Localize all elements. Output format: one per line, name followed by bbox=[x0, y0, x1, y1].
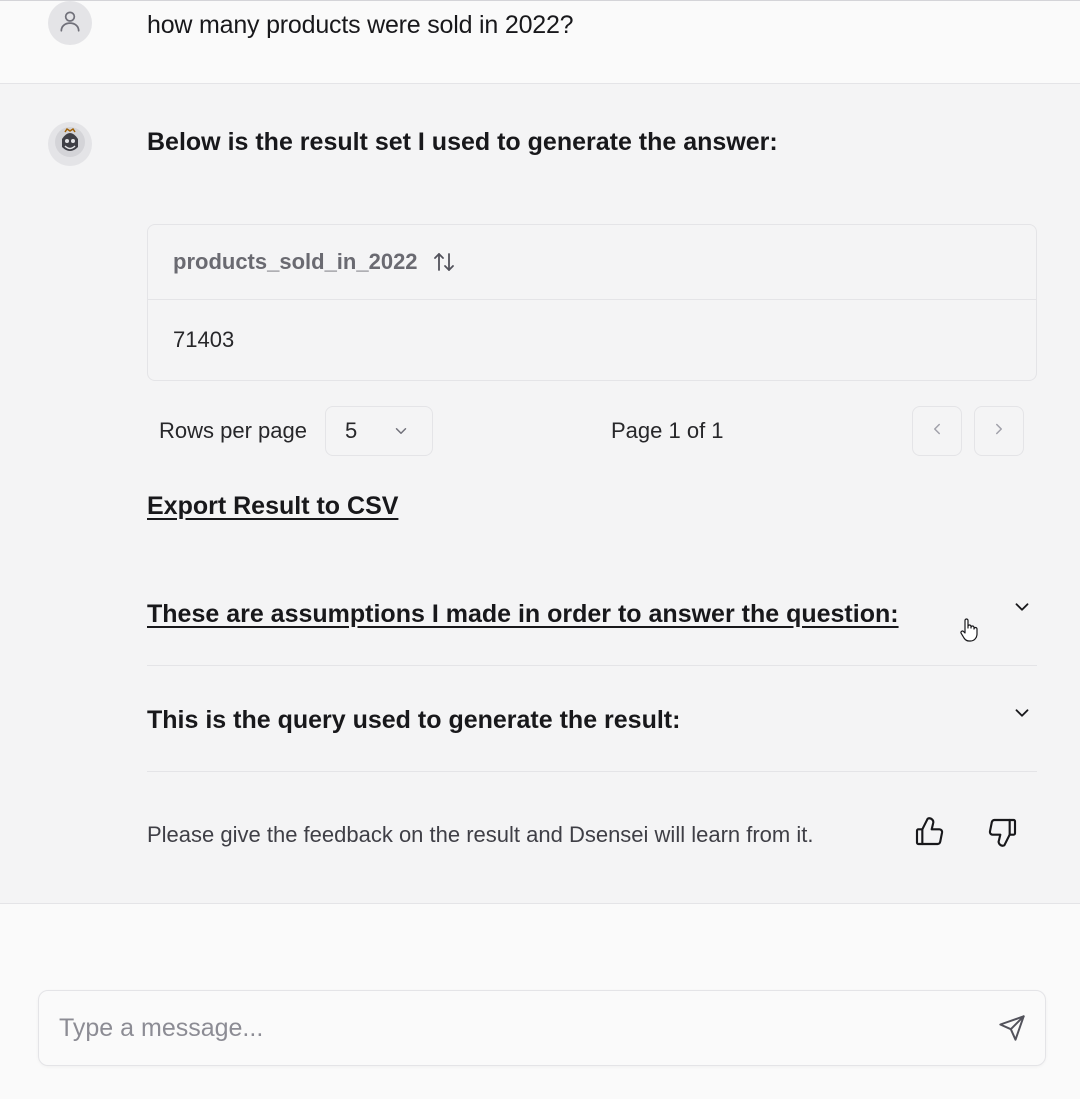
result-table: products_sold_in_2022 71403 bbox=[147, 224, 1037, 381]
pagination: Rows per page 5 Page 1 of 1 bbox=[147, 406, 1037, 456]
send-icon bbox=[998, 1014, 1026, 1047]
bot-avatar bbox=[48, 122, 92, 166]
query-accordion-title[interactable]: This is the query used to generate the r… bbox=[147, 706, 680, 735]
next-page-button[interactable] bbox=[974, 406, 1024, 456]
chevron-left-icon bbox=[928, 420, 946, 443]
user-message: how many products were sold in 2022? bbox=[0, 0, 1080, 84]
chevron-down-icon bbox=[392, 422, 410, 445]
user-message-text: how many products were sold in 2022? bbox=[147, 11, 574, 39]
chevron-down-icon[interactable] bbox=[1011, 596, 1033, 623]
user-avatar bbox=[48, 1, 92, 45]
thumbs-down-button[interactable] bbox=[985, 816, 1021, 852]
thumbs-up-icon bbox=[913, 816, 945, 853]
feedback-text: Please give the feedback on the result a… bbox=[147, 822, 814, 847]
assumptions-accordion[interactable]: These are assumptions I made in order to… bbox=[147, 560, 1037, 666]
previous-page-button[interactable] bbox=[912, 406, 962, 456]
pointer-cursor-icon bbox=[957, 617, 981, 648]
page-indicator: Page 1 of 1 bbox=[611, 418, 724, 443]
rows-per-page-select[interactable]: 5 bbox=[325, 406, 433, 456]
rows-per-page-label: Rows per page bbox=[159, 418, 307, 443]
chevron-right-icon bbox=[990, 420, 1008, 443]
rows-per-page-value: 5 bbox=[345, 418, 358, 443]
user-icon bbox=[57, 8, 83, 39]
column-header[interactable]: products_sold_in_2022 bbox=[173, 249, 418, 275]
feedback-row: Please give the feedback on the result a… bbox=[147, 802, 1037, 862]
chevron-down-icon[interactable] bbox=[1011, 702, 1033, 729]
sort-arrows-icon[interactable] bbox=[432, 250, 456, 274]
thumbs-down-icon bbox=[987, 816, 1019, 853]
assistant-heading: Below is the result set I used to genera… bbox=[147, 128, 778, 156]
bot-avatar-icon bbox=[53, 125, 87, 164]
send-button[interactable] bbox=[997, 1014, 1027, 1047]
assistant-message: Below is the result set I used to genera… bbox=[0, 84, 1080, 904]
query-accordion[interactable]: This is the query used to generate the r… bbox=[147, 666, 1037, 772]
message-composer bbox=[38, 990, 1046, 1066]
assumptions-accordion-title[interactable]: These are assumptions I made in order to… bbox=[147, 600, 899, 629]
table-row: 71403 bbox=[148, 300, 1036, 380]
export-csv-link[interactable]: Export Result to CSV bbox=[147, 492, 398, 521]
chat-page: how many products were sold in 2022? Bel… bbox=[0, 0, 1080, 1099]
message-input[interactable] bbox=[39, 991, 979, 1065]
thumbs-up-button[interactable] bbox=[911, 816, 947, 852]
table-cell: 71403 bbox=[173, 327, 235, 352]
table-header-row: products_sold_in_2022 bbox=[148, 225, 1036, 300]
